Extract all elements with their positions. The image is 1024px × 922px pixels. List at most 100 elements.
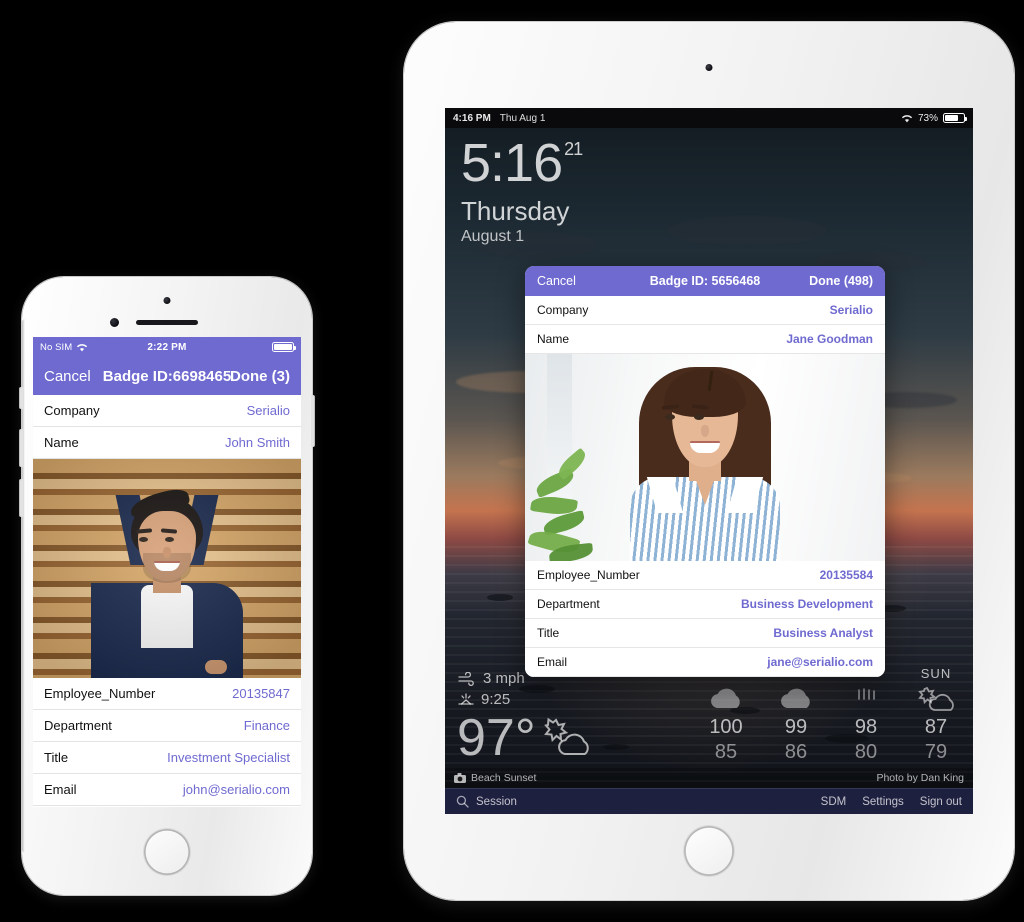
detail-row-department[interactable]: Department Finance (33, 710, 301, 742)
iphone-power-button[interactable] (311, 395, 314, 447)
wallpaper-title: Beach Sunset (471, 772, 537, 784)
search-icon (456, 795, 469, 808)
detail-row-name[interactable]: Name Jane Goodman (525, 325, 885, 354)
forecast-low: 79 (924, 741, 948, 763)
row-key: Email (537, 655, 568, 669)
row-key: Company (44, 403, 100, 418)
detail-row-company[interactable]: Company Serialio (33, 395, 301, 427)
row-key: Title (44, 750, 69, 765)
status-bar-time: 4:16 PM (453, 112, 491, 124)
clock-time: 5:16 (461, 133, 563, 193)
row-value: jane@serialio.com (767, 655, 873, 669)
row-value: 20135847 (232, 686, 290, 701)
photo-subject (600, 361, 810, 561)
cancel-button[interactable]: Cancel (537, 274, 576, 288)
row-key: Employee_Number (537, 568, 640, 582)
iphone-device: No SIM 2:22 PM Cancel Badge ID:6698465 D… (20, 277, 314, 895)
detail-row-employee-number[interactable]: Employee_Number 20135847 (33, 678, 301, 710)
forecast-low: 80 (854, 741, 878, 763)
row-value: 20135584 (819, 568, 873, 582)
row-key: Company (537, 303, 589, 317)
session-search[interactable]: Session (456, 795, 517, 808)
wifi-icon (901, 114, 913, 123)
sdm-link[interactable]: SDM (821, 796, 847, 808)
clock-time-wrap: 5:16 21 (461, 133, 583, 193)
detail-row-company[interactable]: Company Serialio (525, 296, 885, 325)
detail-row-title[interactable]: Title Investment Specialist (33, 742, 301, 774)
iphone-home-button[interactable] (144, 829, 190, 875)
forecast-day: 100 85 (693, 666, 759, 764)
current-temperature: 97° (457, 709, 536, 767)
row-key: Name (44, 435, 79, 450)
row-value: John Smith (224, 435, 290, 450)
status-bar-date: Thu Aug 1 (499, 112, 546, 124)
clock-seconds: 21 (564, 139, 583, 159)
cloud-icon (763, 682, 829, 716)
wind-icon (457, 671, 477, 686)
iphone-volume-down-button[interactable] (20, 479, 23, 517)
camera-icon (454, 773, 466, 783)
row-value: Serialio (829, 303, 873, 317)
battery-icon (943, 113, 967, 123)
sun-behind-cloud-icon (903, 682, 969, 716)
session-bottom-bar: Session SDM Settings Sign out (445, 788, 973, 814)
status-bar-right (272, 342, 296, 352)
cancel-button[interactable]: Cancel (44, 368, 91, 385)
search-input[interactable]: Session (476, 796, 517, 808)
iphone-nav-bar: Cancel Badge ID:6698465 Done (3) (33, 357, 301, 395)
weather-forecast: 100 85 99 86 98 80 SUN 87 79 (693, 666, 969, 764)
battery-full-icon (272, 342, 296, 352)
battery-percent-label: 73% (917, 112, 938, 124)
carrier-label: No SIM (40, 341, 73, 353)
iphone-volume-up-button[interactable] (20, 429, 23, 467)
row-key: Email (44, 782, 77, 797)
row-value: Business Analyst (773, 626, 873, 640)
ipad-home-button[interactable] (684, 826, 734, 876)
row-value: Investment Specialist (167, 750, 290, 765)
detail-row-department[interactable]: Department Business Development (525, 590, 885, 619)
row-key: Name (537, 332, 570, 346)
lockscreen-clock: 5:16 21 Thursday August 1 (461, 133, 583, 246)
modal-nav-bar: Cancel Badge ID: 5656468 Done (498) (525, 266, 885, 296)
forecast-high: 98 (854, 716, 878, 738)
forecast-day: 98 80 (833, 666, 899, 764)
ipad-status-bar: 4:16 PM Thu Aug 1 73% (445, 108, 973, 128)
forecast-high: 87 (924, 716, 948, 738)
iphone-proximity-sensor-icon (110, 318, 119, 327)
ipad-device: 4:16 PM Thu Aug 1 73% 5:16 21 Thursday A… (404, 22, 1014, 900)
done-button[interactable]: Done (3) (230, 368, 290, 385)
row-value: Finance (243, 718, 290, 733)
row-value: Business Development (740, 597, 873, 611)
detail-row-email[interactable]: Email jane@serialio.com (525, 648, 885, 677)
wifi-icon (76, 343, 88, 352)
wallpaper-credit-bar: Beach Sunset Photo by Dan King (445, 768, 973, 788)
ipad-screen: 4:16 PM Thu Aug 1 73% 5:16 21 Thursday A… (445, 108, 973, 814)
detail-row-phone[interactable]: Phone 512-867-5309 (33, 806, 301, 807)
iphone-earpiece-speaker (136, 320, 198, 325)
detail-row-title[interactable]: Title Business Analyst (525, 619, 885, 648)
weather-sunrise: 9:25 (457, 691, 647, 708)
wallpaper-title-wrap: Beach Sunset (454, 772, 536, 784)
forecast-day-label: SUN (920, 666, 952, 681)
badge-photo (525, 354, 885, 561)
forecast-day: SUN 87 79 (903, 666, 969, 764)
row-value: john@serialio.com (182, 782, 290, 797)
sun-behind-cloud-icon (540, 714, 598, 762)
status-bar-right: 73% (901, 112, 967, 124)
sunrise-value: 9:25 (481, 691, 511, 708)
forecast-low: 86 (784, 741, 808, 763)
detail-row-email[interactable]: Email john@serialio.com (33, 774, 301, 806)
done-button[interactable]: Done (498) (809, 274, 873, 288)
sign-out-link[interactable]: Sign out (920, 796, 962, 808)
row-key: Department (44, 718, 112, 733)
weather-temp-wrap: 97° (457, 712, 647, 764)
row-value: Jane Goodman (786, 332, 873, 346)
iphone-silence-switch[interactable] (20, 387, 23, 409)
bottom-bar-links: SDM Settings Sign out (821, 796, 962, 808)
ipad-front-camera-icon (705, 64, 713, 71)
row-key: Employee_Number (44, 686, 156, 701)
forecast-high: 99 (784, 716, 808, 738)
settings-link[interactable]: Settings (862, 796, 904, 808)
detail-row-name[interactable]: Name John Smith (33, 427, 301, 459)
detail-row-employee-number[interactable]: Employee_Number 20135584 (525, 561, 885, 590)
